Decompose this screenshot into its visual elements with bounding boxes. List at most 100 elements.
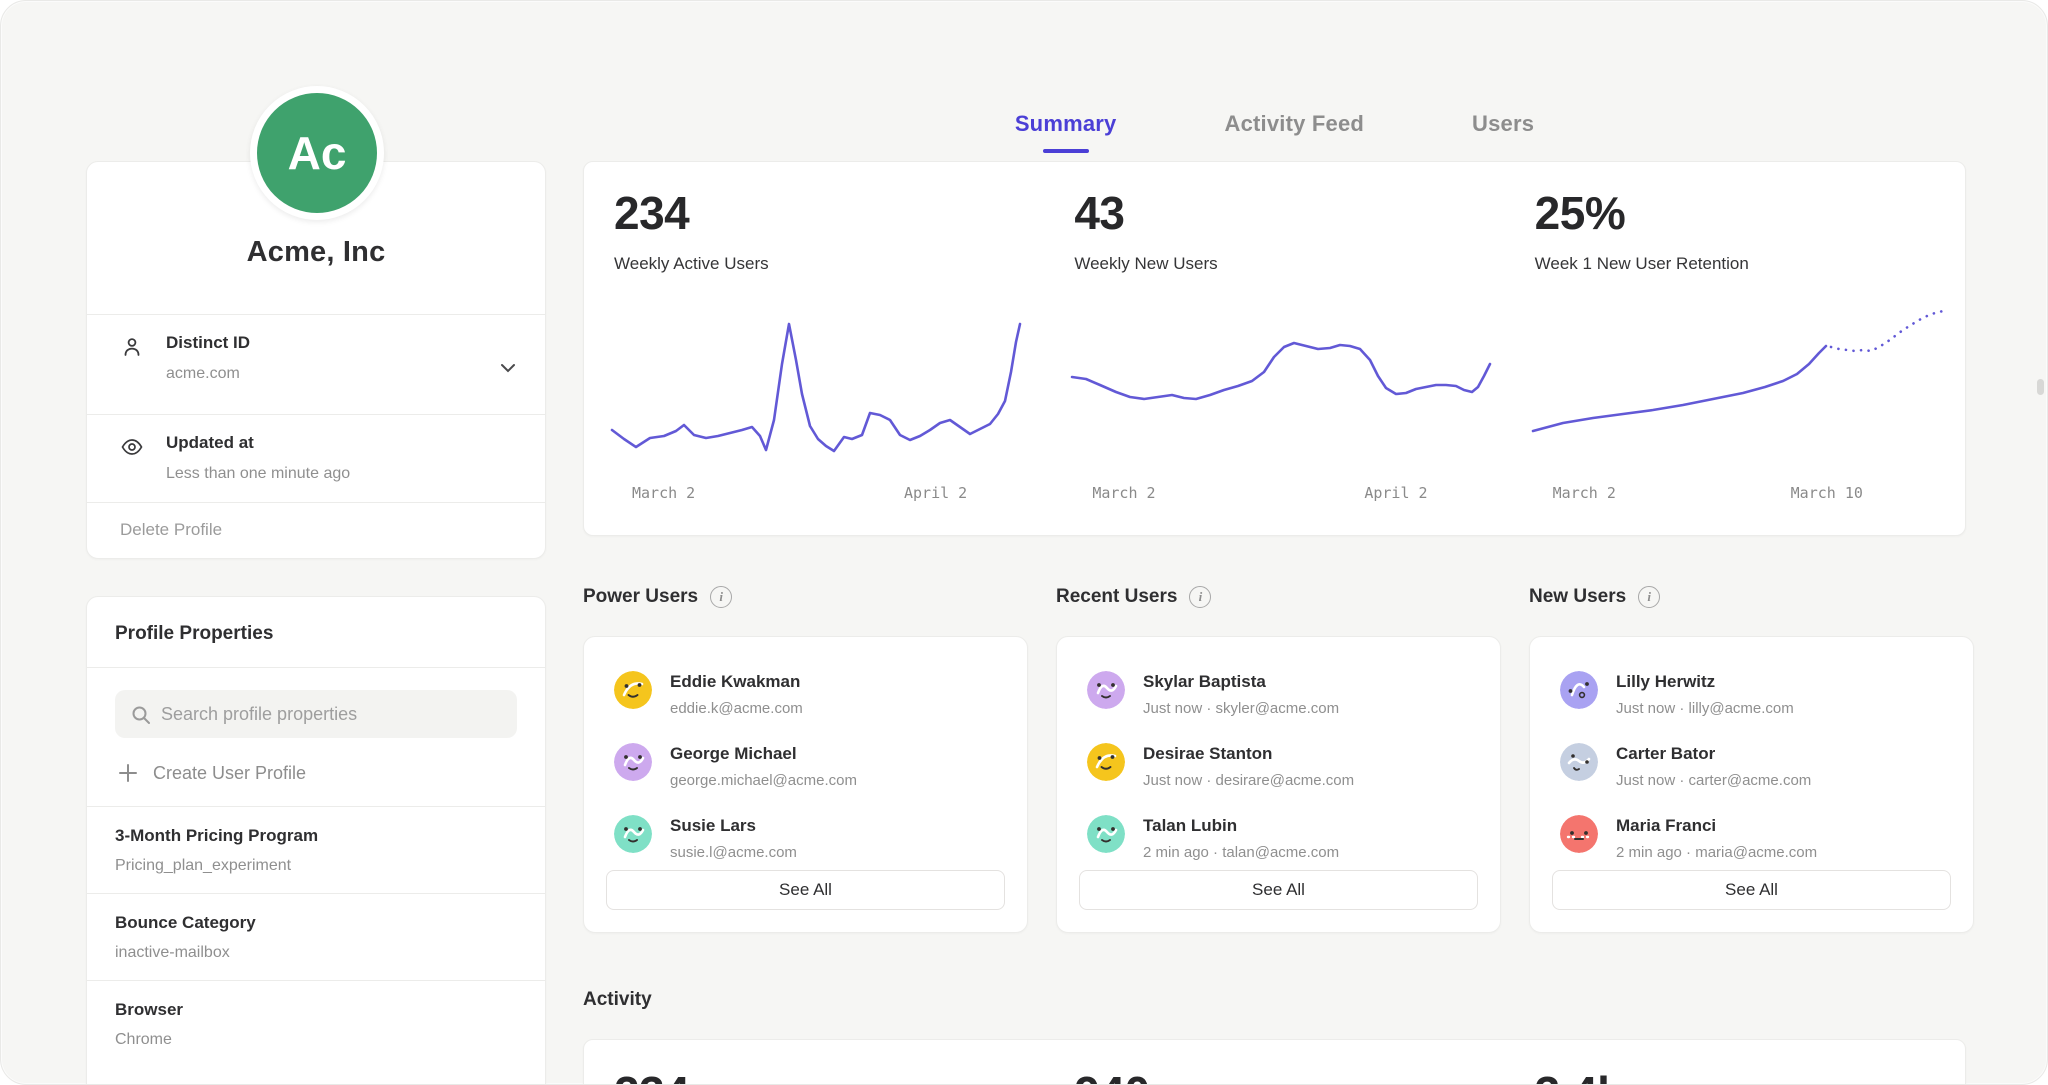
profile-properties-title: Profile Properties xyxy=(87,597,545,668)
company-avatar: Ac xyxy=(250,86,384,220)
activity-stat-value: 940 xyxy=(1074,1066,1504,1085)
user-row[interactable]: Desirae Stanton Just now · desirare@acme… xyxy=(1087,743,1478,789)
tab-activity-feed[interactable]: Activity Feed xyxy=(1224,111,1364,153)
user-avatar xyxy=(1560,671,1598,709)
property-row: Bounce Category inactive-mailbox xyxy=(87,893,545,980)
user-name: Skylar Baptista xyxy=(1143,671,1339,692)
tab-label: Summary xyxy=(1015,111,1117,136)
info-icon[interactable]: i xyxy=(1189,586,1211,608)
user-detail: Just now · skyler@acme.com xyxy=(1143,700,1339,717)
user-avatar xyxy=(614,671,652,709)
tick-label: March 2 xyxy=(1092,484,1155,502)
list-title: Recent Users xyxy=(1056,586,1177,608)
field-updated-at: Updated at Less than one minute ago xyxy=(87,414,545,502)
tab-users[interactable]: Users xyxy=(1472,111,1534,153)
app-frame: Ac Acme, Inc Distinct ID acme.com Update xyxy=(0,0,2048,1085)
stat-value: 43 xyxy=(1074,186,1504,240)
activity-section-title: Activity xyxy=(583,989,652,1011)
field-value: acme.com xyxy=(166,365,515,383)
stat-value: 234 xyxy=(614,186,1044,240)
tick-label: March 2 xyxy=(1553,484,1616,502)
sparkline-weekly-new-users xyxy=(1072,302,1492,472)
user-row[interactable]: Maria Franci 2 min ago · maria@acme.com xyxy=(1560,815,1951,861)
create-user-profile-button[interactable]: Create User Profile xyxy=(117,762,517,784)
activity-stat-value: 234 xyxy=(614,1066,1044,1085)
user-name: Susie Lars xyxy=(670,815,797,836)
scrollbar-thumb[interactable] xyxy=(2037,379,2044,395)
user-avatar xyxy=(614,815,652,853)
user-avatar xyxy=(1087,815,1125,853)
sparkline-weekly-active-users xyxy=(612,302,1032,472)
active-tab-underline xyxy=(1043,149,1089,153)
user-detail: Just now · carter@acme.com xyxy=(1616,772,1811,789)
field-distinct-id: Distinct ID acme.com xyxy=(87,314,545,414)
see-all-button[interactable]: See All xyxy=(1552,870,1951,910)
info-icon[interactable]: i xyxy=(710,586,732,608)
user-avatar xyxy=(1087,671,1125,709)
company-name: Acme, Inc xyxy=(87,236,545,269)
stat-label: Week 1 New User Retention xyxy=(1535,254,1965,274)
user-avatar xyxy=(1560,815,1598,853)
recent-users-card: Skylar Baptista Just now · skyler@acme.c… xyxy=(1056,636,1501,933)
chevron-down-icon[interactable] xyxy=(497,357,519,379)
see-all-button[interactable]: See All xyxy=(1079,870,1478,910)
tab-label: Activity Feed xyxy=(1224,111,1364,136)
user-name: Talan Lubin xyxy=(1143,815,1339,836)
stat-value: 25% xyxy=(1535,186,1965,240)
sparkline-week1-retention xyxy=(1533,302,1953,472)
tab-summary[interactable]: Summary xyxy=(1015,111,1117,153)
power-users-card: Eddie Kwakman eddie.k@acme.com George Mi… xyxy=(583,636,1028,933)
create-user-profile-label: Create User Profile xyxy=(153,763,306,784)
user-row[interactable]: Talan Lubin 2 min ago · talan@acme.com xyxy=(1087,815,1478,861)
tab-label: Users xyxy=(1472,111,1534,136)
user-row[interactable]: Lilly Herwitz Just now · lilly@acme.com xyxy=(1560,671,1951,717)
list-title: Power Users xyxy=(583,586,698,608)
user-row[interactable]: Skylar Baptista Just now · skyler@acme.c… xyxy=(1087,671,1478,717)
delete-profile-button[interactable]: Delete Profile xyxy=(87,502,545,560)
user-row[interactable]: Carter Bator Just now · carter@acme.com xyxy=(1560,743,1951,789)
see-all-button[interactable]: See All xyxy=(606,870,1005,910)
search-profile-properties[interactable] xyxy=(115,690,517,738)
x-axis-ticks: March 2 April 2 xyxy=(1072,484,1492,506)
user-row[interactable]: Susie Lars susie.l@acme.com xyxy=(614,815,1005,861)
profile-properties-panel: Profile Properties Create User Profile 3… xyxy=(86,596,546,1085)
list-title: New Users xyxy=(1529,586,1626,608)
property-value: Chrome xyxy=(115,1031,517,1049)
property-row: Browser Chrome xyxy=(87,980,545,1067)
search-icon xyxy=(129,703,153,727)
field-label: Distinct ID xyxy=(166,333,515,353)
search-input[interactable] xyxy=(161,704,491,725)
stat-weekly-active-users: 234 Weekly Active Users March 2 April 2 xyxy=(584,162,1044,535)
tick-label: March 2 xyxy=(632,484,695,502)
recent-users-header: Recent Users i xyxy=(1056,586,1211,608)
user-detail: Just now · desirare@acme.com xyxy=(1143,772,1354,789)
person-icon xyxy=(120,335,144,359)
user-avatar xyxy=(1560,743,1598,781)
field-value: Less than one minute ago xyxy=(166,465,515,483)
property-row: 3-Month Pricing Program Pricing_plan_exp… xyxy=(87,806,545,893)
tick-label: March 10 xyxy=(1791,484,1863,502)
user-avatar xyxy=(614,743,652,781)
stat-weekly-new-users: 43 Weekly New Users March 2 April 2 xyxy=(1044,162,1504,535)
property-label: 3-Month Pricing Program xyxy=(115,826,517,846)
tick-label: April 2 xyxy=(904,484,967,502)
property-value: inactive-mailbox xyxy=(115,944,517,962)
user-name: Lilly Herwitz xyxy=(1616,671,1794,692)
property-value: Pricing_plan_experiment xyxy=(115,857,517,875)
summary-stats-card: 234 Weekly Active Users March 2 April 2 … xyxy=(583,161,1966,536)
activity-stat-value: 3.4k xyxy=(1535,1066,1965,1085)
stat-week1-retention: 25% Week 1 New User Retention March 2 Ma… xyxy=(1505,162,1965,535)
field-label: Updated at xyxy=(166,433,515,453)
info-icon[interactable]: i xyxy=(1638,586,1660,608)
x-axis-ticks: March 2 March 10 xyxy=(1533,484,1953,506)
new-users-header: New Users i xyxy=(1529,586,1660,608)
property-label: Bounce Category xyxy=(115,913,517,933)
user-name: Eddie Kwakman xyxy=(670,671,803,692)
user-row[interactable]: Eddie Kwakman eddie.k@acme.com xyxy=(614,671,1005,717)
user-avatar xyxy=(1087,743,1125,781)
user-detail: eddie.k@acme.com xyxy=(670,700,803,717)
user-row[interactable]: George Michael george.michael@acme.com xyxy=(614,743,1005,789)
user-detail: 2 min ago · talan@acme.com xyxy=(1143,844,1339,861)
user-name: Maria Franci xyxy=(1616,815,1817,836)
user-detail: susie.l@acme.com xyxy=(670,844,797,861)
